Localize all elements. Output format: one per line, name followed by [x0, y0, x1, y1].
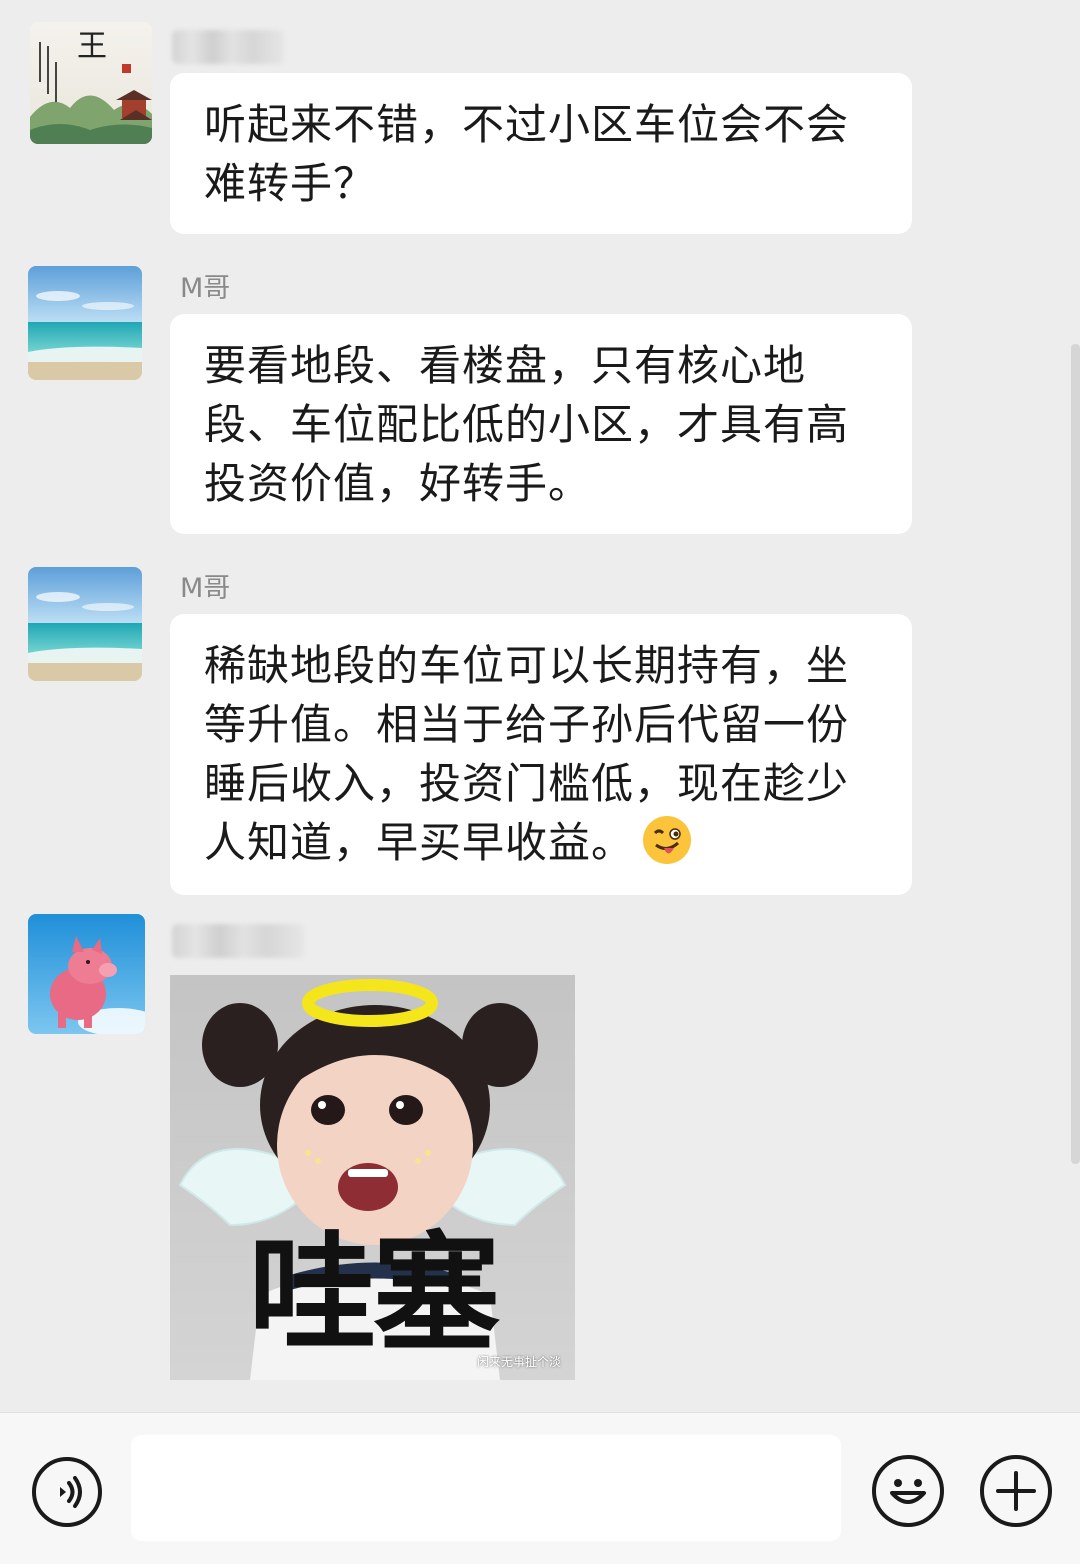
blurred-sender-name: [172, 30, 284, 64]
beach-icon: [28, 567, 142, 681]
message-bubble[interactable]: 要看地段、看楼盘，只有核心地段、车位配比低的小区，才具有高投资价值，好转手。: [170, 314, 912, 534]
blurred-sender-name: [172, 924, 304, 958]
sender-name: M哥: [180, 273, 231, 304]
plus-button[interactable]: [980, 1455, 1052, 1527]
message-list[interactable]: 王 听起来不错，不过小区车位会不会难转手？ M哥 要看地段、看楼盘，只有核心地段…: [0, 0, 1080, 1412]
message-text: 听起来不错，不过小区车位会不会难转手？: [204, 100, 850, 208]
scrollbar[interactable]: [1071, 344, 1080, 1164]
pink-pig-icon: [28, 914, 145, 1034]
sender-name: M哥: [180, 573, 231, 604]
sticker-watermark: 闲来无事扯个淡: [476, 1355, 561, 1369]
input-bar: [0, 1412, 1080, 1564]
beach-icon: [28, 266, 142, 380]
emoji-icon: [890, 1479, 926, 1504]
message-text: 要看地段、看楼盘，只有核心地段、车位配比低的小区，才具有高投资价值，好转手。: [204, 341, 850, 508]
voice-icon: [60, 1476, 82, 1508]
message-bubble[interactable]: 听起来不错，不过小区车位会不会难转手？: [170, 73, 912, 234]
sticker-image[interactable]: 哇塞 闲来无事扯个淡: [170, 975, 575, 1380]
message-text-body: 稀缺地段的车位可以长期持有，坐等升值。相当于给子孙后代留一份睡后收入，投资门槛低…: [204, 641, 850, 867]
plus-icon: [996, 1471, 1036, 1511]
chat-screen: 王 听起来不错，不过小区车位会不会难转手？ M哥 要看地段、看楼盘，只有核心地段…: [0, 0, 1080, 1564]
wink-tongue-emoji-icon: [643, 816, 692, 864]
pink-pig-avatar[interactable]: [28, 914, 145, 1034]
landscape-pavilion-icon: 王: [30, 22, 152, 144]
message-input[interactable]: [131, 1435, 841, 1541]
landscape-pavilion-avatar[interactable]: 王: [30, 22, 152, 144]
message-text: 稀缺地段的车位可以长期持有，坐等升值。相当于给子孙后代留一份睡后收入，投资门槛低…: [204, 636, 882, 872]
beach-avatar[interactable]: [28, 266, 142, 380]
sticker-caption: 哇塞: [248, 1220, 500, 1369]
voice-button[interactable]: [32, 1457, 102, 1527]
beach-avatar[interactable]: [28, 567, 142, 681]
message-bubble[interactable]: 稀缺地段的车位可以长期持有，坐等升值。相当于给子孙后代留一份睡后收入，投资门槛低…: [170, 614, 912, 895]
avatar-character: 王: [77, 29, 107, 64]
emoji-button[interactable]: [872, 1455, 944, 1527]
